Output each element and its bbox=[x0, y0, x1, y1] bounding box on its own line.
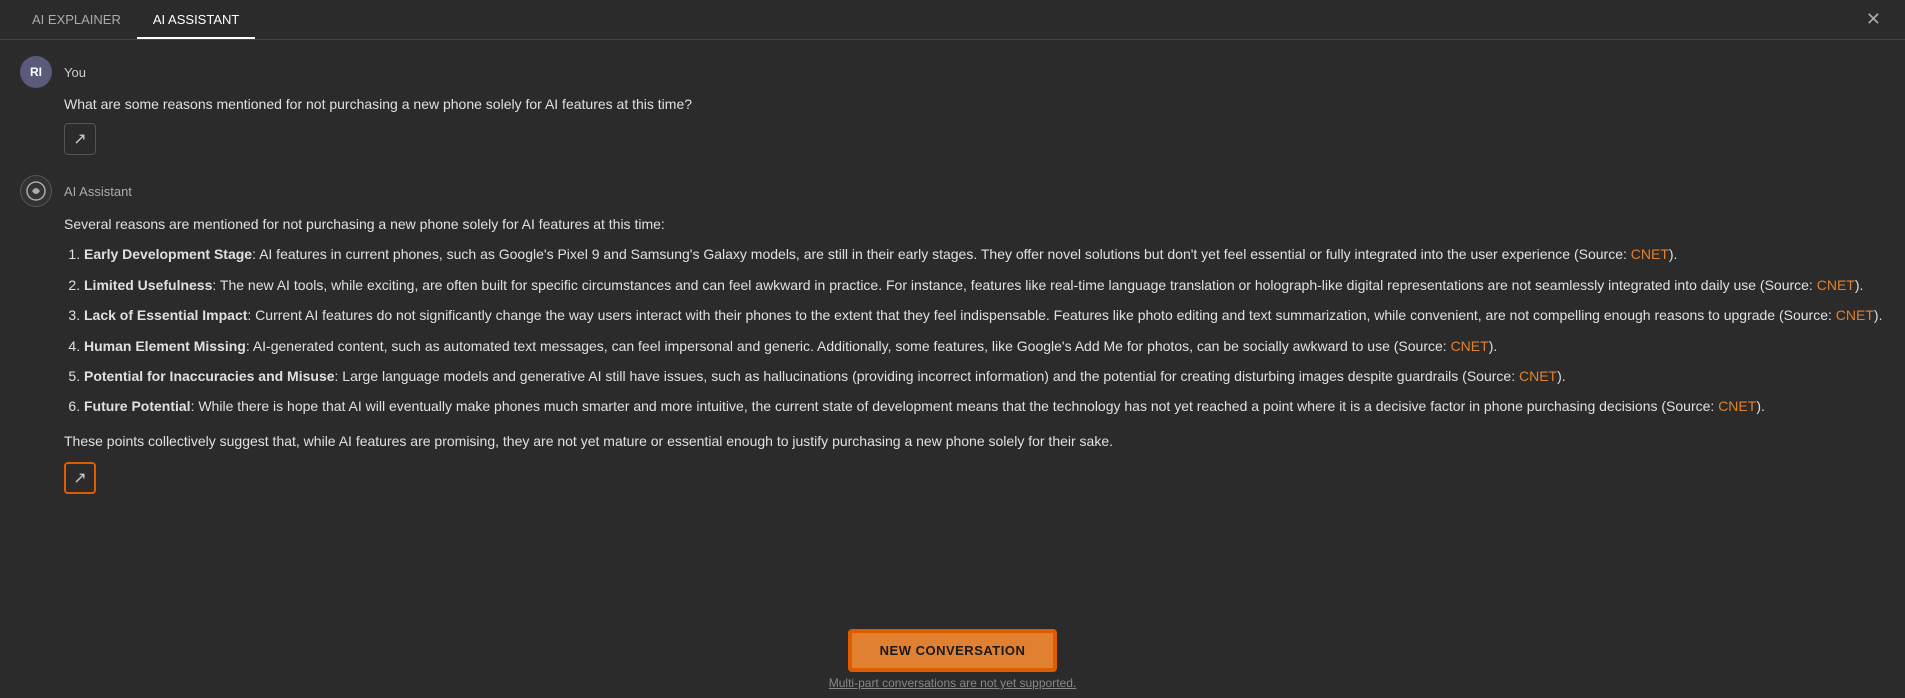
ai-label: AI Assistant bbox=[64, 184, 132, 199]
share-icon: ↗ bbox=[73, 129, 86, 149]
source-link-4[interactable]: CNET bbox=[1451, 338, 1489, 354]
bottom-area: NEW CONVERSATION Multi-part conversation… bbox=[0, 619, 1905, 698]
source-link-6[interactable]: CNET bbox=[1718, 398, 1756, 414]
notice-underlined: ti-part conversations are not yet suppor… bbox=[848, 676, 1073, 690]
ai-logo-icon bbox=[26, 181, 46, 201]
reason-title-1: Early Development Stage bbox=[84, 246, 252, 262]
ai-summary: These points collectively suggest that, … bbox=[64, 430, 1885, 452]
list-item: Future Potential: While there is hope th… bbox=[84, 395, 1885, 417]
reason-text-5: : Large language models and generative A… bbox=[335, 368, 1519, 384]
ai-message: Several reasons are mentioned for not pu… bbox=[64, 213, 1885, 452]
reason-title-4: Human Element Missing bbox=[84, 338, 246, 354]
ai-share-button[interactable]: ↗ bbox=[64, 462, 96, 494]
ai-block: AI Assistant Several reasons are mention… bbox=[20, 175, 1885, 494]
share-icon-ai: ↗ bbox=[73, 468, 86, 488]
user-question: What are some reasons mentioned for not … bbox=[64, 94, 1885, 115]
reason-end-2: ). bbox=[1855, 277, 1864, 293]
list-item: Limited Usefulness: The new AI tools, wh… bbox=[84, 274, 1885, 296]
notice-suffix: . bbox=[1073, 676, 1076, 690]
reason-title-5: Potential for Inaccuracies and Misuse bbox=[84, 368, 335, 384]
reason-text-1: : AI features in current phones, such as… bbox=[252, 246, 1631, 262]
list-item: Human Element Missing: AI-generated cont… bbox=[84, 335, 1885, 357]
tab-bar: AI EXPLAINER AI ASSISTANT ✕ bbox=[0, 0, 1905, 40]
reason-title-3: Lack of Essential Impact bbox=[84, 307, 247, 323]
new-conversation-button[interactable]: NEW CONVERSATION bbox=[850, 631, 1056, 670]
source-link-2[interactable]: CNET bbox=[1817, 277, 1855, 293]
reason-text-2: : The new AI tools, while exciting, are … bbox=[212, 277, 1816, 293]
source-link-1[interactable]: CNET bbox=[1631, 246, 1669, 262]
reason-end-5: ). bbox=[1557, 368, 1566, 384]
user-share-button[interactable]: ↗ bbox=[64, 123, 96, 155]
list-item: Early Development Stage: AI features in … bbox=[84, 243, 1885, 265]
tab-ai-assistant[interactable]: AI ASSISTANT bbox=[137, 2, 255, 39]
reason-title-6: Future Potential bbox=[84, 398, 191, 414]
bottom-spacer bbox=[20, 514, 1885, 594]
reason-text-6: : While there is hope that AI will event… bbox=[191, 398, 1719, 414]
user-header: RI You bbox=[20, 56, 1885, 88]
user-label: You bbox=[64, 65, 86, 80]
notice-prefix: Mul bbox=[829, 676, 848, 690]
avatar: RI bbox=[20, 56, 52, 88]
reason-end-4: ). bbox=[1489, 338, 1498, 354]
reason-end-1: ). bbox=[1669, 246, 1678, 262]
list-item: Potential for Inaccuracies and Misuse: L… bbox=[84, 365, 1885, 387]
reason-text-3: : Current AI features do not significant… bbox=[247, 307, 1835, 323]
reason-end-6: ). bbox=[1756, 398, 1765, 414]
close-button[interactable]: ✕ bbox=[1858, 5, 1889, 34]
reason-text-4: : AI-generated content, such as automate… bbox=[246, 338, 1451, 354]
ai-header: AI Assistant bbox=[20, 175, 1885, 207]
source-link-3[interactable]: CNET bbox=[1836, 307, 1874, 323]
main-content: RI You What are some reasons mentioned f… bbox=[0, 40, 1905, 698]
reason-title-2: Limited Usefulness bbox=[84, 277, 212, 293]
list-item: Lack of Essential Impact: Current AI fea… bbox=[84, 304, 1885, 326]
reason-end-3: ). bbox=[1874, 307, 1883, 323]
multi-part-notice: Multi-part conversations are not yet sup… bbox=[829, 676, 1076, 690]
user-block: RI You What are some reasons mentioned f… bbox=[20, 56, 1885, 155]
source-link-5[interactable]: CNET bbox=[1519, 368, 1557, 384]
ai-reasons-list: Early Development Stage: AI features in … bbox=[84, 243, 1885, 417]
ai-avatar bbox=[20, 175, 52, 207]
ai-intro: Several reasons are mentioned for not pu… bbox=[64, 213, 1885, 235]
tab-ai-explainer[interactable]: AI EXPLAINER bbox=[16, 2, 137, 39]
